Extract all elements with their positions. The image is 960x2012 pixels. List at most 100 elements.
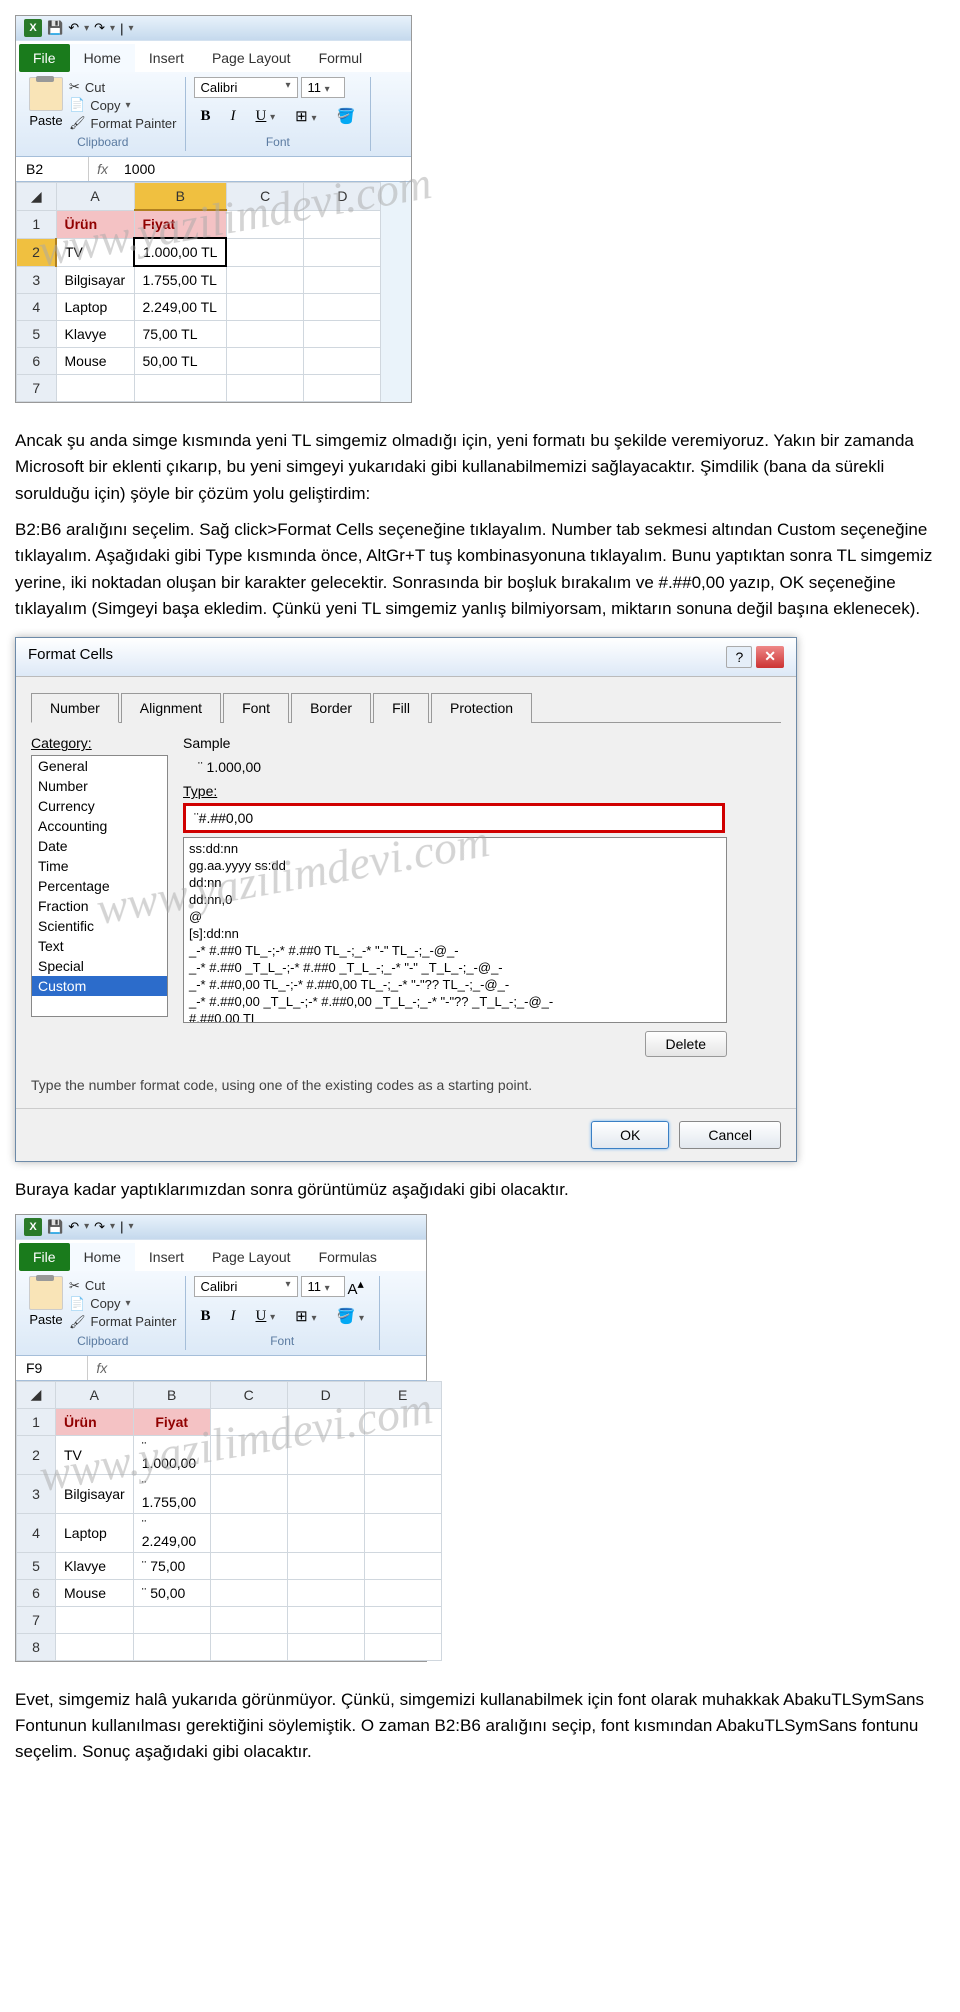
fx-label: fx	[89, 157, 116, 181]
font-group-label: Font	[186, 135, 371, 149]
font-group: Calibri ▾ 11 ▾ B I U ▾ ⊞ ▾ 🪣 Font	[186, 77, 372, 151]
spreadsheet-grid[interactable]: ◢ A B C D E 1ÜrünFiyat 2TV¨ 1.000,00 3Bi…	[16, 1381, 442, 1661]
underline-button[interactable]: U ▾	[249, 105, 283, 128]
undo-icon[interactable]: ↶	[68, 1219, 79, 1235]
name-box[interactable]: F9	[16, 1356, 88, 1380]
underline-button[interactable]: U ▾	[249, 1305, 283, 1328]
formula-bar[interactable]	[115, 1356, 131, 1380]
category-list[interactable]: General Number Currency Accounting Date …	[31, 755, 168, 1017]
italic-button[interactable]: I	[224, 1305, 243, 1328]
formula-bar[interactable]: 1000	[116, 157, 163, 181]
fx-label: fx	[88, 1356, 115, 1380]
redo-icon[interactable]: ↷	[94, 1219, 105, 1235]
tab-font[interactable]: Font	[223, 693, 289, 723]
copy-button[interactable]: 📄 Copy ▾	[69, 1296, 177, 1312]
font-size-select[interactable]: 11 ▾	[301, 77, 345, 98]
tab-home[interactable]: Home	[70, 1243, 135, 1271]
copy-button[interactable]: 📄 Copy ▾	[69, 97, 177, 113]
borders-button[interactable]: ⊞ ▾	[288, 1304, 323, 1329]
ribbon-groups: Paste ✂ Cut 📄 Copy ▾ 🖌 Format Painter Cl…	[16, 72, 411, 156]
sample-label: Sample	[183, 735, 727, 751]
cut-button[interactable]: ✂ Cut	[69, 79, 177, 95]
tab-fill[interactable]: Fill	[373, 693, 429, 723]
sample-value: ¨ 1.000,00	[198, 759, 727, 775]
tab-page-layout[interactable]: Page Layout	[198, 44, 305, 72]
ribbon-groups: Paste ✂ Cut 📄 Copy ▾ 🖌 Format Painter Cl…	[16, 1271, 426, 1355]
col-header-c[interactable]: C	[210, 1381, 287, 1408]
select-all-corner[interactable]: ◢	[17, 183, 57, 211]
format-painter-button[interactable]: 🖌 Format Painter	[69, 1314, 177, 1330]
tab-insert[interactable]: Insert	[135, 44, 198, 72]
cancel-button[interactable]: Cancel	[679, 1121, 781, 1149]
paste-icon[interactable]	[29, 77, 63, 111]
tab-formulas[interactable]: Formul	[305, 44, 377, 72]
tab-number[interactable]: Number	[31, 693, 119, 723]
dialog-titlebar: Format Cells ? ✕	[16, 638, 796, 677]
grow-font-icon[interactable]: A▴	[348, 1276, 364, 1298]
tab-insert[interactable]: Insert	[135, 1243, 198, 1271]
col-header-e[interactable]: E	[364, 1381, 441, 1408]
quick-access-toolbar: X 💾 ↶▾ ↷▾ |▾	[16, 16, 411, 40]
col-header-a[interactable]: A	[56, 183, 134, 211]
tab-home[interactable]: Home	[70, 44, 135, 72]
ok-button[interactable]: OK	[591, 1121, 669, 1149]
clipboard-group: Paste ✂ Cut 📄 Copy ▾ 🖌 Format Painter Cl…	[21, 1276, 186, 1350]
borders-button[interactable]: ⊞ ▾	[288, 104, 323, 129]
col-header-b[interactable]: B	[134, 183, 226, 211]
tab-protection[interactable]: Protection	[431, 693, 532, 723]
fill-color-button[interactable]: 🪣	[330, 104, 363, 129]
spreadsheet-grid[interactable]: ◢ A B C D 1ÜrünFiyat 2TV1.000,00 TL 3Bil…	[16, 182, 381, 402]
clipboard-group-label: Clipboard	[21, 135, 185, 149]
format-cells-dialog: www.yazilimdevi.com Format Cells ? ✕ Num…	[15, 637, 797, 1162]
paste-icon[interactable]	[29, 1276, 63, 1310]
redo-icon[interactable]: ↷	[94, 20, 105, 36]
font-size-select[interactable]: 11 ▾	[301, 1276, 345, 1297]
bold-button[interactable]: B	[194, 1305, 218, 1328]
clipboard-group: Paste ✂ Cut 📄 Copy ▾ 🖌 Format Painter Cl…	[21, 77, 186, 151]
font-group-label: Font	[186, 1334, 379, 1348]
quick-access-toolbar: X 💾 ↶▾ ↷▾ |▾	[16, 1215, 426, 1239]
close-icon[interactable]: ✕	[756, 646, 784, 668]
excel-icon: X	[24, 19, 42, 37]
col-header-d[interactable]: D	[287, 1381, 364, 1408]
excel-screenshot-1: www.yazilimdevi.com X 💾 ↶▾ ↷▾ |▾ File Ho…	[15, 15, 412, 403]
tab-file[interactable]: File	[19, 1243, 70, 1271]
dialog-tabs: Number Alignment Font Border Fill Protec…	[31, 692, 781, 723]
cut-button[interactable]: ✂ Cut	[69, 1278, 177, 1294]
ribbon-tabs: File Home Insert Page Layout Formulas	[16, 1239, 426, 1271]
name-box[interactable]: B2	[16, 157, 89, 181]
paragraph-1: Ancak şu anda simge kısmında yeni TL sim…	[15, 428, 945, 507]
paste-label: Paste	[29, 1312, 62, 1327]
col-header-a[interactable]: A	[56, 1381, 134, 1408]
clipboard-group-label: Clipboard	[21, 1334, 185, 1348]
col-header-b[interactable]: B	[133, 1381, 210, 1408]
col-header-d[interactable]: D	[304, 183, 381, 211]
bold-button[interactable]: B	[194, 105, 218, 128]
font-name-select[interactable]: Calibri ▾	[194, 77, 298, 98]
type-input[interactable]: ¨#.##0,00	[183, 803, 725, 833]
save-icon[interactable]: 💾	[47, 20, 63, 36]
fill-color-button[interactable]: 🪣 ▾	[330, 1304, 371, 1329]
paragraph-2: B2:B6 aralığını seçelim. Sağ click>Forma…	[15, 517, 945, 622]
tab-border[interactable]: Border	[291, 693, 371, 723]
font-group: Calibri ▾ 11 ▾ A▴ B I U ▾ ⊞ ▾ 🪣 ▾ Font	[186, 1276, 380, 1350]
tab-formulas[interactable]: Formulas	[305, 1243, 391, 1271]
tab-page-layout[interactable]: Page Layout	[198, 1243, 305, 1271]
format-list[interactable]: ss:dd:nn gg.aa.yyyy ss:dd dd:nn dd:nn,0 …	[183, 837, 727, 1023]
format-painter-button[interactable]: 🖌 Format Painter	[69, 115, 177, 131]
excel-screenshot-2: www.yazilimdevi.com X 💾 ↶▾ ↷▾ |▾ File Ho…	[15, 1214, 427, 1662]
col-header-c[interactable]: C	[226, 183, 304, 211]
paste-label: Paste	[29, 113, 62, 128]
help-icon[interactable]: ?	[726, 646, 752, 668]
delete-button[interactable]: Delete	[645, 1031, 727, 1057]
tab-file[interactable]: File	[19, 44, 70, 72]
select-all-corner[interactable]: ◢	[17, 1381, 56, 1408]
category-label: Category:	[31, 735, 168, 751]
undo-icon[interactable]: ↶	[68, 20, 79, 36]
italic-button[interactable]: I	[224, 105, 243, 128]
type-label: Type:	[183, 783, 727, 799]
tab-alignment[interactable]: Alignment	[121, 693, 221, 723]
paragraph-4: Evet, simgemiz halâ yukarıda görünmüyor.…	[15, 1687, 945, 1766]
save-icon[interactable]: 💾	[47, 1219, 63, 1235]
font-name-select[interactable]: Calibri ▾	[194, 1276, 298, 1297]
